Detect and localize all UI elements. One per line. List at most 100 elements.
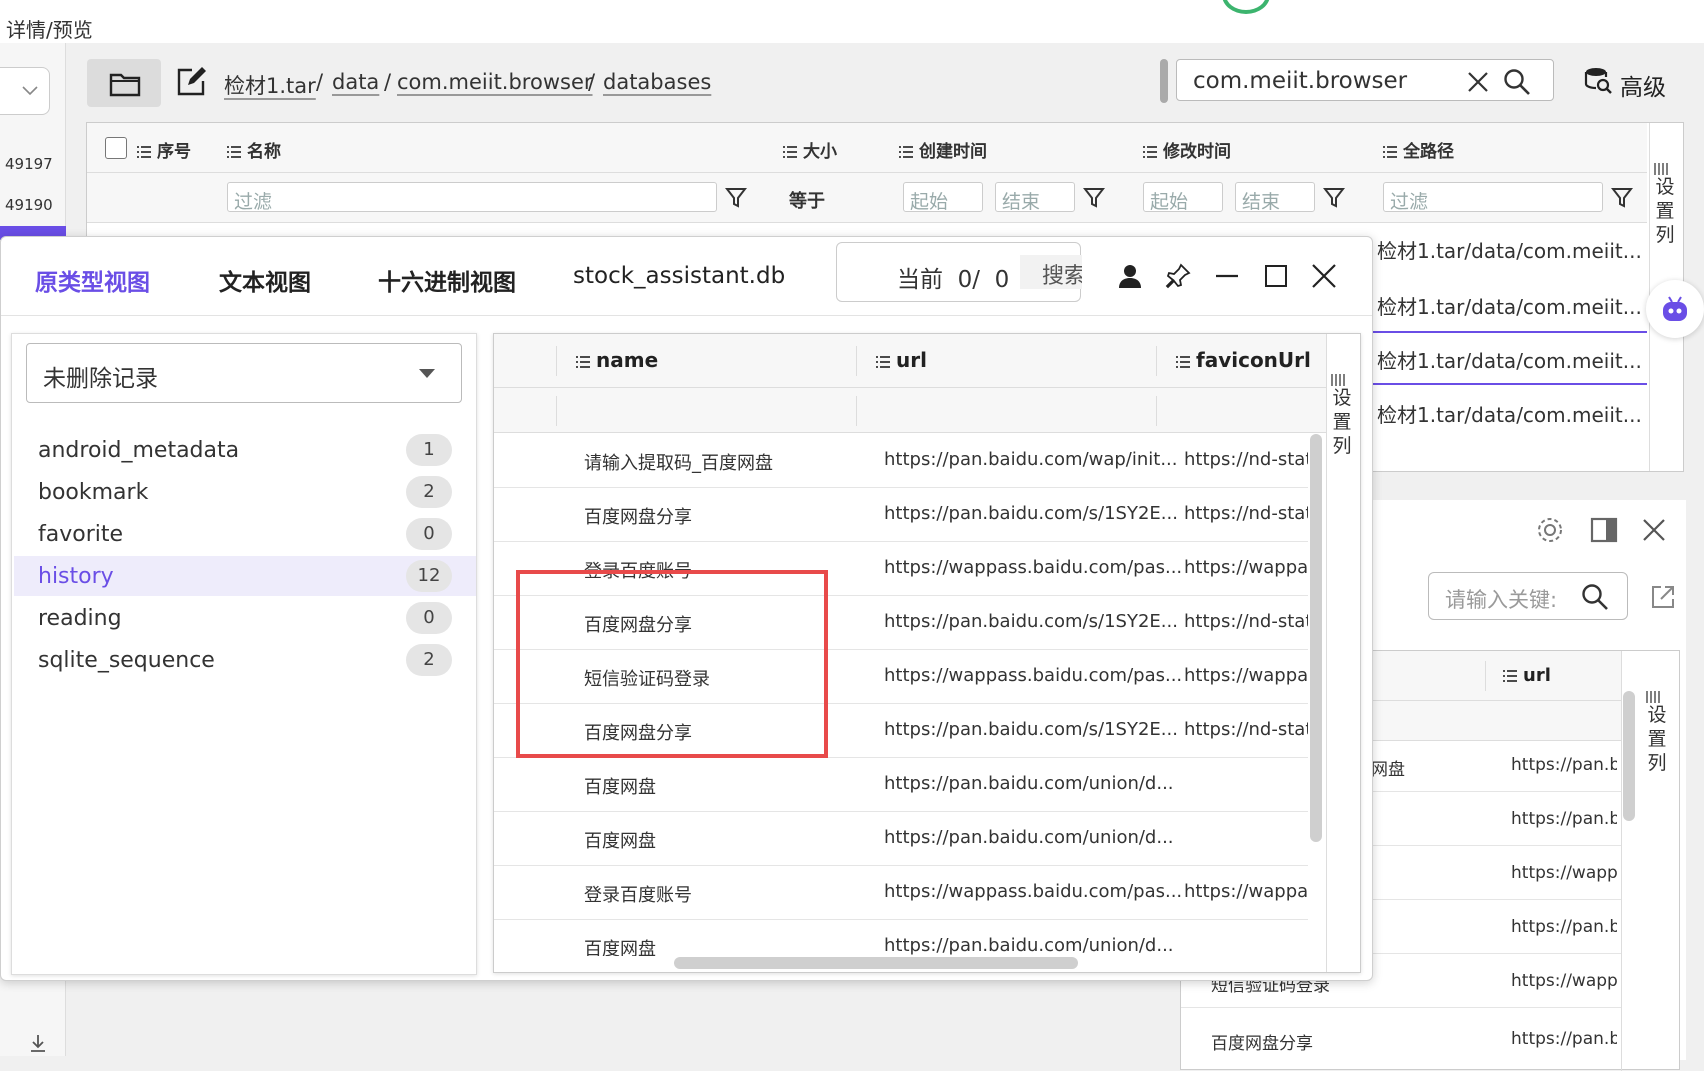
name-filter-input[interactable]: 过滤 bbox=[227, 182, 717, 213]
breadcrumb-item[interactable]: com.meiit.browser bbox=[397, 70, 593, 94]
table-item-android-metadata[interactable]: android_metadata 1 bbox=[14, 430, 476, 470]
modified-end-input[interactable]: 结束 bbox=[1235, 182, 1315, 213]
gear-icon[interactable] bbox=[1536, 516, 1564, 544]
record-id[interactable]: 49197 bbox=[5, 155, 53, 173]
record-id[interactable]: 49190 bbox=[5, 196, 53, 214]
table-item-sqlite-sequence[interactable]: sqlite_sequence 2 bbox=[14, 640, 476, 680]
pin-icon[interactable] bbox=[1165, 263, 1191, 289]
column-header-name[interactable]: 名称 bbox=[227, 137, 281, 162]
close-icon[interactable] bbox=[1311, 263, 1337, 289]
size-operator[interactable]: 等于 bbox=[789, 187, 825, 213]
created-end-input[interactable]: 结束 bbox=[995, 182, 1075, 213]
table-row[interactable]: 百度网盘 https://pan.baidu.com/union/d... bbox=[494, 920, 1308, 956]
column-header-url[interactable]: url bbox=[876, 348, 927, 372]
keyword-search-input[interactable]: 请输入关键: bbox=[1428, 572, 1628, 620]
fullpath-cell[interactable]: 检材1.tar/data/com.meiit... bbox=[1377, 345, 1642, 374]
fullpath-cell[interactable]: 检材1.tar/data/com.meiit... bbox=[1377, 291, 1642, 320]
created-start-input[interactable]: 起始 bbox=[903, 182, 983, 213]
side-url-cell[interactable]: https://wappa bbox=[1511, 863, 1617, 883]
download-icon[interactable] bbox=[28, 1033, 48, 1053]
vertical-scrollbar[interactable] bbox=[1310, 434, 1322, 842]
column-header-size[interactable]: 大小 bbox=[783, 137, 837, 162]
column-divider bbox=[1485, 661, 1486, 691]
filter-icon[interactable] bbox=[1083, 187, 1105, 209]
column-settings-button[interactable]: 设 置 列 bbox=[1645, 691, 1669, 775]
highlight-box bbox=[516, 570, 828, 758]
table-item-history[interactable]: history 12 bbox=[14, 556, 476, 596]
list-icon bbox=[876, 355, 890, 368]
user-icon[interactable] bbox=[1117, 263, 1143, 289]
breadcrumb-separator: / bbox=[588, 70, 596, 94]
fullpath-filter-input[interactable]: 过滤 bbox=[1383, 182, 1603, 213]
minimize-icon[interactable] bbox=[1214, 263, 1240, 289]
side-name-cell[interactable]: 百度网盘分享 bbox=[1211, 1029, 1313, 1054]
table-item-bookmark[interactable]: bookmark 2 bbox=[14, 472, 476, 512]
table-item-favorite[interactable]: favorite 0 bbox=[14, 514, 476, 554]
side-url-cell[interactable]: https://pan.ba bbox=[1511, 755, 1617, 775]
open-folder-button[interactable] bbox=[87, 59, 161, 107]
fullpath-cell[interactable]: 检材1.tar/data/com.meiit... bbox=[1377, 235, 1642, 264]
side-name-cell[interactable]: 网盘 bbox=[1371, 755, 1405, 780]
record-filter-select[interactable]: 未删除记录 bbox=[26, 343, 462, 403]
pager-label: 当前 0/ 0 bbox=[897, 267, 1010, 293]
side-url-cell[interactable]: https://pan.ba bbox=[1511, 809, 1617, 829]
column-divider bbox=[856, 396, 857, 426]
tab-text-view[interactable]: 文本视图 bbox=[219, 263, 311, 297]
column-header-index[interactable]: 序号 bbox=[137, 137, 191, 162]
column-settings-button[interactable]: 设 置 列 bbox=[1330, 374, 1354, 458]
columns-icon bbox=[1654, 163, 1668, 175]
column-divider bbox=[556, 396, 557, 426]
scope-select[interactable] bbox=[0, 67, 50, 115]
table-row[interactable]: 请输入提取码_百度网盘 https://pan.baidu.com/wap/in… bbox=[494, 434, 1308, 488]
table-row[interactable]: 登录百度账号 https://wappass.baidu.com/pas... … bbox=[494, 866, 1308, 920]
close-icon[interactable] bbox=[1642, 518, 1666, 542]
column-header-created[interactable]: 创建时间 bbox=[899, 137, 987, 162]
folder-icon bbox=[109, 73, 141, 97]
select-all-checkbox[interactable] bbox=[105, 137, 127, 159]
breadcrumb-item[interactable]: databases bbox=[603, 70, 711, 94]
pager-search-button[interactable]: 搜索 bbox=[1020, 255, 1082, 289]
column-header-fullpath[interactable]: 全路径 bbox=[1383, 137, 1454, 162]
count-badge: 2 bbox=[406, 644, 452, 676]
modified-start-input[interactable]: 起始 bbox=[1143, 182, 1223, 213]
side-url-cell[interactable]: https://pan.ba bbox=[1511, 1029, 1617, 1049]
advanced-search-icon[interactable] bbox=[1584, 66, 1612, 94]
filter-icon[interactable] bbox=[1611, 187, 1633, 209]
vertical-scrollbar[interactable] bbox=[1623, 691, 1635, 821]
column-header-name[interactable]: name bbox=[576, 348, 658, 372]
table-row[interactable]: 百度网盘分享 https://pan.baidu.com/s/1SY2E... … bbox=[494, 488, 1308, 542]
split-view-icon[interactable] bbox=[1590, 516, 1618, 544]
table-item-reading[interactable]: reading 0 bbox=[14, 598, 476, 638]
advanced-label[interactable]: 高级 bbox=[1620, 68, 1666, 102]
column-header-modified[interactable]: 修改时间 bbox=[1143, 137, 1231, 162]
table-row[interactable]: 百度网盘 https://pan.baidu.com/union/d... bbox=[494, 758, 1308, 812]
column-settings-button[interactable]: 设 置 列 bbox=[1653, 163, 1677, 247]
assistant-button[interactable] bbox=[1646, 280, 1704, 338]
column-settings-divider bbox=[1621, 651, 1622, 1071]
column-header-faviconurl[interactable]: faviconUrl bbox=[1176, 348, 1311, 372]
search-icon[interactable] bbox=[1503, 68, 1531, 96]
filter-icon[interactable] bbox=[725, 187, 747, 209]
pager: 当前 0/ 0 搜索 bbox=[836, 242, 1082, 302]
filter-icon[interactable] bbox=[1323, 187, 1345, 209]
column-header-url[interactable]: url bbox=[1503, 665, 1551, 686]
path-search-input[interactable]: com.meiit.browser bbox=[1176, 59, 1554, 101]
external-link-icon[interactable] bbox=[1650, 584, 1676, 610]
tab-raw-view[interactable]: 原类型视图 bbox=[35, 263, 150, 297]
column-divider bbox=[1156, 396, 1157, 426]
breadcrumb-item[interactable]: data bbox=[332, 70, 379, 94]
table-row[interactable]: 百度网盘 https://pan.baidu.com/union/d... bbox=[494, 812, 1308, 866]
tab-hex-view[interactable]: 十六进制视图 bbox=[378, 263, 516, 297]
horizontal-scrollbar[interactable] bbox=[674, 957, 1078, 969]
list-icon bbox=[576, 355, 590, 368]
window-title: 详情/预览 bbox=[6, 18, 93, 42]
side-url-cell[interactable]: https://wappa bbox=[1511, 971, 1617, 991]
count-badge: 0 bbox=[406, 518, 452, 550]
clear-icon[interactable] bbox=[1467, 71, 1489, 93]
fullpath-cell[interactable]: 检材1.tar/data/com.meiit... bbox=[1377, 399, 1642, 428]
side-url-cell[interactable]: https://pan.ba bbox=[1511, 917, 1617, 937]
breadcrumb-item[interactable]: 检材1.tar bbox=[224, 70, 316, 100]
search-icon[interactable] bbox=[1581, 583, 1609, 611]
maximize-icon[interactable] bbox=[1263, 263, 1289, 289]
edit-icon[interactable] bbox=[176, 67, 206, 97]
